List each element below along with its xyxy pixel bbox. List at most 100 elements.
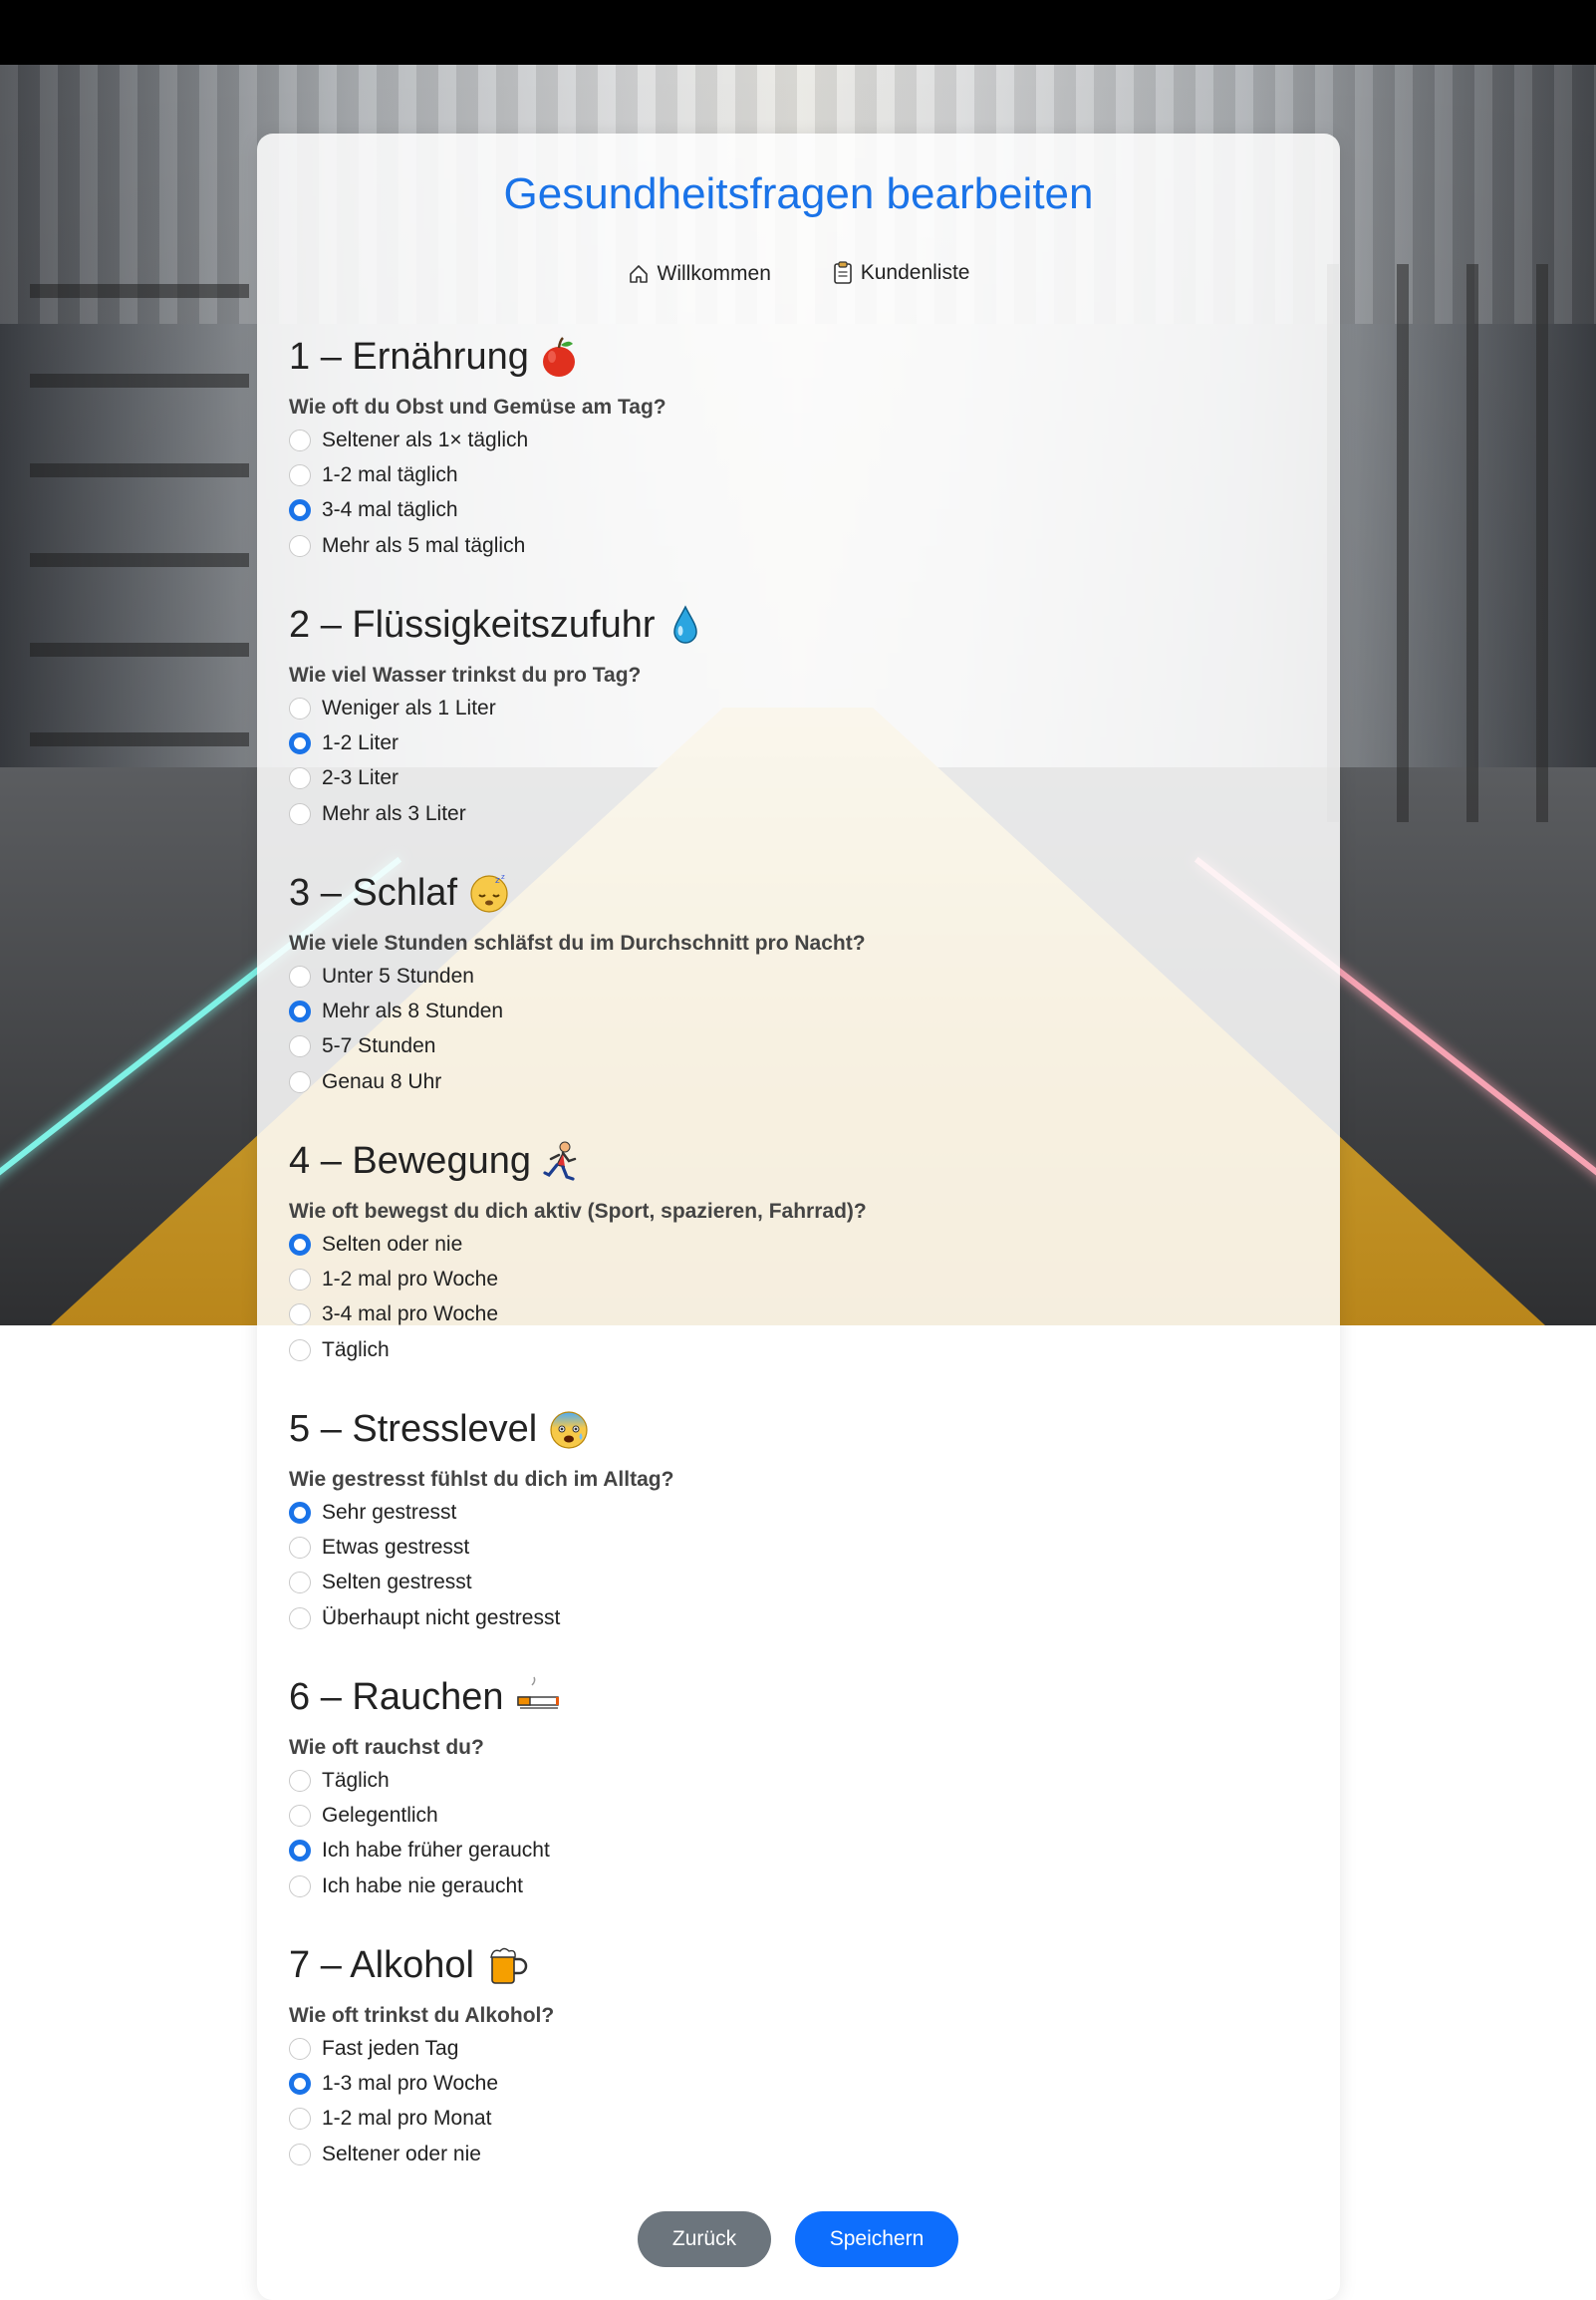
options-list: Täglich Gelegentlich Ich habe früher ger… [289, 1763, 1285, 1904]
question-text: Wie gestresst fühlst du dich im Alltag? [289, 1468, 674, 1491]
option-sehr-gestresst[interactable]: Sehr gestresst [289, 1495, 1285, 1530]
option-unter-5-stunden[interactable]: Unter 5 Stunden [289, 959, 1285, 994]
option-label: Ich habe nie geraucht [322, 1873, 523, 1897]
option-nie-geraucht[interactable]: Ich habe nie geraucht [289, 1869, 1285, 1903]
option-mehr-als-8-stunden[interactable]: Mehr als 8 Stunden [289, 994, 1285, 1028]
option-label: Selten gestresst [322, 1571, 472, 1594]
radio-button[interactable] [289, 464, 311, 487]
section-title: 4 – Bewegung [289, 1139, 531, 1182]
section-title: 3 – Schlaf [289, 871, 457, 914]
options-list: Seltener als 1× täglich 1-2 mal täglich … [289, 423, 1285, 564]
radio-button[interactable] [289, 1035, 311, 1058]
radio-button-selected[interactable] [289, 1501, 311, 1524]
radio-button-selected[interactable] [289, 1233, 311, 1256]
option-genau-8-uhr[interactable]: Genau 8 Uhr [289, 1064, 1285, 1099]
option-1-3-mal-pro-woche[interactable]: 1-3 mal pro Woche [289, 2066, 1285, 2101]
option-weniger-als-1-liter[interactable]: Weniger als 1 Liter [289, 691, 1285, 725]
section-heading: 3 – Schlaf zz [289, 869, 1285, 917]
option-selten-oder-nie[interactable]: Selten oder nie [289, 1227, 1285, 1262]
option-1-2-mal-pro-monat[interactable]: 1-2 mal pro Monat [289, 2102, 1285, 2137]
option-label: 3-4 mal pro Woche [322, 1302, 499, 1326]
section-title: 7 – Alkohol [289, 1943, 474, 1986]
save-button[interactable]: Speichern [795, 2211, 958, 2267]
option-label: Seltener oder nie [322, 2142, 481, 2165]
section-title: 2 – Flüssigkeitszufuhr [289, 603, 656, 646]
radio-button[interactable] [289, 697, 311, 719]
radio-button-selected[interactable] [289, 499, 311, 522]
radio-button[interactable] [289, 1537, 311, 1560]
radio-button[interactable] [289, 2037, 311, 2060]
radio-button[interactable] [289, 2143, 311, 2165]
section-schlaf: 3 – Schlaf zz Wie viele Stunden schläfst… [289, 869, 1285, 1100]
top-navigation: Willkommen Kundenliste [257, 261, 1340, 291]
anxious-face-icon [547, 1407, 588, 1451]
option-fast-jeden-tag[interactable]: Fast jeden Tag [289, 2031, 1285, 2066]
radio-button[interactable] [289, 2108, 311, 2131]
section-heading: 6 – Rauchen [289, 1673, 1285, 1721]
option-1-2-liter[interactable]: 1-2 Liter [289, 725, 1285, 760]
radio-button-selected[interactable] [289, 2073, 311, 2096]
option-seltener-als-1x[interactable]: Seltener als 1× täglich [289, 423, 1285, 457]
section-title: 1 – Ernährung [289, 335, 529, 378]
question-text: Wie oft trinkst du Alkohol? [289, 2004, 555, 2027]
option-label: Täglich [322, 1768, 390, 1792]
option-taeglich[interactable]: Täglich [289, 1332, 1285, 1367]
section-ernaehrung: 1 – Ernährung Wie oft du Obst und Gemüse… [289, 333, 1285, 564]
running-person-icon [541, 1139, 581, 1183]
option-label: Gelegentlich [322, 1804, 438, 1828]
radio-button[interactable] [289, 1769, 311, 1792]
radio-button[interactable] [289, 767, 311, 790]
option-mehr-als-5-mal[interactable]: Mehr als 5 mal täglich [289, 528, 1285, 563]
option-2-3-liter[interactable]: 2-3 Liter [289, 761, 1285, 796]
option-seltener-oder-nie[interactable]: Seltener oder nie [289, 2137, 1285, 2171]
radio-button[interactable] [289, 1805, 311, 1828]
option-selten-gestresst[interactable]: Selten gestresst [289, 1566, 1285, 1600]
radio-button[interactable] [289, 534, 311, 557]
house-icon [628, 263, 650, 285]
red-apple-icon [539, 335, 579, 379]
option-1-2-mal-pro-woche[interactable]: 1-2 mal pro Woche [289, 1262, 1285, 1296]
option-label: Genau 8 Uhr [322, 1069, 442, 1093]
question-text: Wie oft rauchst du? [289, 1736, 484, 1759]
radio-button[interactable] [289, 1874, 311, 1897]
radio-button-selected[interactable] [289, 1840, 311, 1863]
question-text: Wie oft du Obst und Gemüse am Tag? [289, 396, 666, 419]
radio-button[interactable] [289, 1269, 311, 1292]
nav-link-willkommen[interactable]: Willkommen [628, 262, 771, 286]
radio-button-selected[interactable] [289, 1001, 311, 1023]
option-3-4-mal-pro-woche[interactable]: 3-4 mal pro Woche [289, 1297, 1285, 1332]
option-etwas-gestresst[interactable]: Etwas gestresst [289, 1530, 1285, 1565]
option-gelegentlich[interactable]: Gelegentlich [289, 1798, 1285, 1833]
option-1-2-mal[interactable]: 1-2 mal täglich [289, 457, 1285, 492]
gym-equipment-left [30, 284, 249, 802]
options-list: Selten oder nie 1-2 mal pro Woche 3-4 ma… [289, 1227, 1285, 1368]
option-taeglich[interactable]: Täglich [289, 1763, 1285, 1798]
option-5-7-stunden[interactable]: 5-7 Stunden [289, 1029, 1285, 1064]
option-mehr-als-3-liter[interactable]: Mehr als 3 Liter [289, 796, 1285, 831]
radio-button[interactable] [289, 1303, 311, 1326]
radio-button[interactable] [289, 1606, 311, 1629]
radio-button[interactable] [289, 1572, 311, 1594]
option-ueberhaupt-nicht-gestresst[interactable]: Überhaupt nicht gestresst [289, 1600, 1285, 1635]
health-questions-card: Gesundheitsfragen bearbeiten Willkommen … [257, 134, 1340, 2300]
section-fluessigkeitszufuhr: 2 – Flüssigkeitszufuhr Wie viel Wasser t… [289, 601, 1285, 832]
option-frueher-geraucht[interactable]: Ich habe früher geraucht [289, 1834, 1285, 1869]
radio-button[interactable] [289, 965, 311, 988]
nav-link-kundenliste[interactable]: Kundenliste [833, 261, 969, 285]
option-label: 1-3 mal pro Woche [322, 2072, 499, 2096]
section-heading: 4 – Bewegung [289, 1137, 1285, 1185]
option-label: Ich habe früher geraucht [322, 1839, 550, 1863]
svg-text:z: z [495, 876, 500, 886]
back-button[interactable]: Zurück [638, 2211, 771, 2267]
radio-button-selected[interactable] [289, 732, 311, 755]
radio-button[interactable] [289, 802, 311, 825]
radio-button[interactable] [289, 1070, 311, 1093]
radio-button[interactable] [289, 1338, 311, 1361]
option-label: Sehr gestresst [322, 1500, 457, 1524]
option-label: Mehr als 5 mal täglich [322, 533, 526, 557]
option-3-4-mal[interactable]: 3-4 mal täglich [289, 493, 1285, 528]
radio-button[interactable] [289, 429, 311, 451]
option-label: Täglich [322, 1337, 390, 1361]
section-alkohol: 7 – Alkohol Wie oft trinkst du Alkohol? … [289, 1941, 1285, 2172]
top-black-bar [0, 0, 1596, 65]
